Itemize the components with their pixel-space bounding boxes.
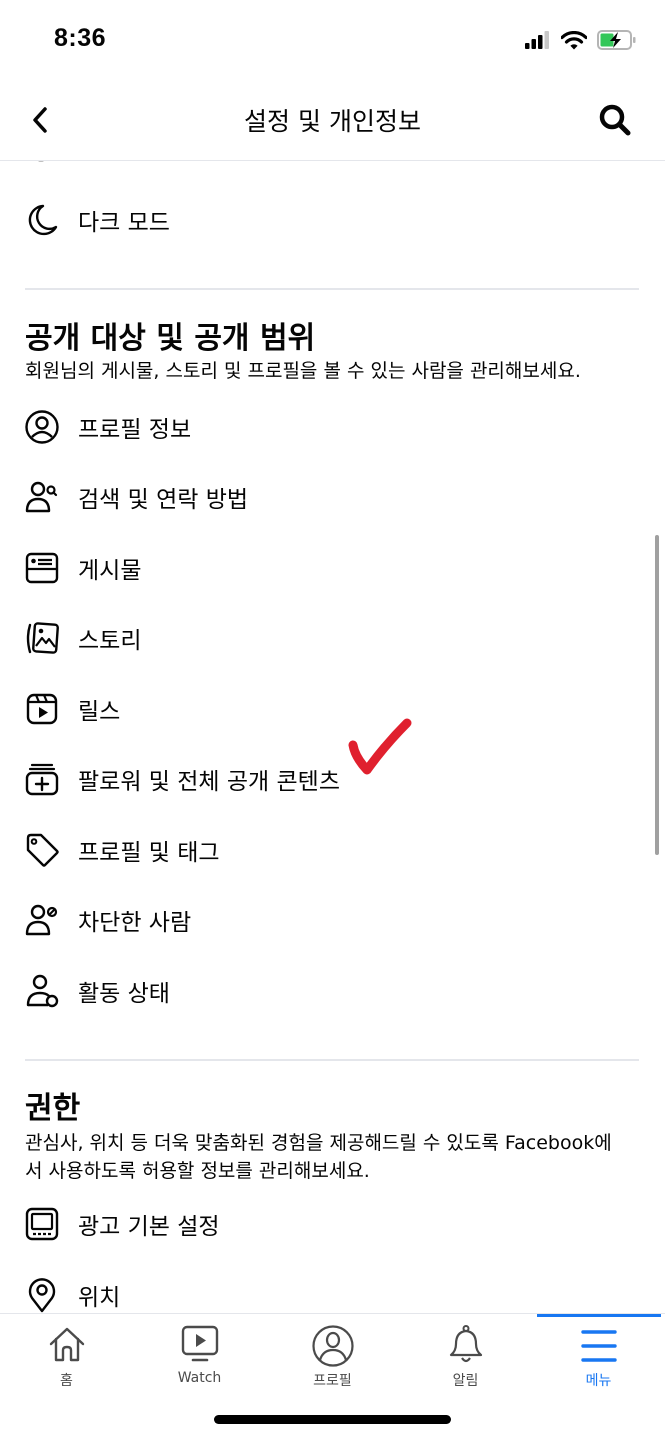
menu-icon xyxy=(532,1324,665,1364)
home-indicator[interactable] xyxy=(214,1415,451,1424)
settings-item-label: 다크 모드 xyxy=(78,210,170,236)
settings-item-label: 차단한 사람 xyxy=(78,910,192,936)
settings-item-label: 위치 xyxy=(78,1285,121,1311)
section-title-audience: 공개 대상 및 공개 범위 xyxy=(25,321,316,356)
settings-item-profile-tags[interactable]: 프로필 및 태그 xyxy=(0,820,600,880)
settings-item-label: 릴스 xyxy=(78,699,121,725)
moon-icon xyxy=(24,202,60,238)
location-pin-icon xyxy=(24,1277,60,1313)
tab-home[interactable]: 홈 xyxy=(0,1314,133,1394)
person-blocked-icon xyxy=(24,902,60,938)
settings-item-profile-info[interactable]: 프로필 정보 xyxy=(0,397,600,457)
tab-watch[interactable]: Watch xyxy=(133,1314,266,1394)
status-time: 8:36 xyxy=(54,24,107,52)
ad-preferences-icon xyxy=(24,1206,60,1242)
settings-item-label: 게시물 xyxy=(78,558,142,584)
profile-circle-icon xyxy=(24,409,60,445)
status-icons xyxy=(525,30,637,50)
profile-icon xyxy=(266,1324,399,1368)
tab-label: 메뉴 xyxy=(585,1373,612,1389)
page-title: 설정 및 개인정보 xyxy=(244,107,421,136)
reels-icon xyxy=(24,691,60,727)
tab-menu[interactable]: 메뉴 xyxy=(532,1314,665,1394)
settings-item-activity-status[interactable]: 활동 상태 xyxy=(0,961,600,1021)
partial-item-icon xyxy=(38,161,44,162)
settings-item-search-contact[interactable]: 검색 및 연락 방법 xyxy=(0,467,600,527)
home-icon xyxy=(0,1324,133,1364)
followers-add-icon xyxy=(24,761,60,797)
settings-item-stories[interactable]: 스토리 xyxy=(0,608,600,668)
tab-label: 프로필 xyxy=(313,1373,352,1389)
tab-label: 알림 xyxy=(452,1373,479,1389)
scrollbar[interactable] xyxy=(655,535,659,855)
tab-label: 홈 xyxy=(60,1373,73,1389)
wifi-icon xyxy=(561,30,587,49)
settings-item-dark-mode[interactable]: 다크 모드 xyxy=(0,190,600,250)
cellular-signal-icon xyxy=(525,31,549,49)
search-button[interactable] xyxy=(595,100,635,140)
section-divider xyxy=(25,1059,639,1061)
settings-item-blocked-people[interactable]: 차단한 사람 xyxy=(0,890,600,950)
settings-item-location[interactable]: 위치 xyxy=(0,1265,600,1313)
settings-item-label: 스토리 xyxy=(78,628,142,654)
settings-item-label: 광고 기본 설정 xyxy=(78,1214,220,1240)
settings-item-followers-public-content[interactable]: 팔로워 및 전체 공개 콘텐츠 xyxy=(0,749,600,809)
bell-icon xyxy=(399,1324,532,1366)
tab-label: Watch xyxy=(177,1370,222,1386)
person-search-icon xyxy=(24,479,60,515)
settings-item-reels[interactable]: 릴스 xyxy=(0,679,600,739)
activity-status-icon xyxy=(24,973,60,1009)
settings-item-label: 프로필 및 태그 xyxy=(78,840,220,866)
section-title-permissions: 권한 xyxy=(25,1091,81,1126)
checkmark-annotation xyxy=(348,718,412,775)
section-divider xyxy=(25,288,639,290)
navigation-bar: 설정 및 개인정보 xyxy=(0,80,665,161)
settings-item-label: 검색 및 연락 방법 xyxy=(78,487,249,513)
settings-item-label: 활동 상태 xyxy=(78,981,170,1007)
settings-item-label: 팔로워 및 전체 공개 콘텐츠 xyxy=(78,769,341,795)
search-icon xyxy=(599,104,631,136)
status-bar: 8:36 xyxy=(0,0,665,80)
settings-item-ad-preferences[interactable]: 광고 기본 설정 xyxy=(0,1194,600,1254)
tag-icon xyxy=(24,832,60,868)
section-description-permissions: 관심사, 위치 등 더욱 맞춤화된 경험을 제공해드릴 수 있도록 Facebo… xyxy=(25,1132,612,1182)
post-icon xyxy=(24,550,60,586)
watch-icon xyxy=(133,1324,266,1364)
settings-item-posts[interactable]: 게시물 xyxy=(0,538,600,598)
story-icon xyxy=(24,620,60,656)
battery-charging-icon xyxy=(597,30,636,50)
tab-notifications[interactable]: 알림 xyxy=(399,1314,532,1394)
tab-profile[interactable]: 프로필 xyxy=(266,1314,399,1394)
settings-list[interactable]: 다크 모드 공개 대상 및 공개 범위 회원님의 게시물, 스토리 및 프로필을… xyxy=(0,161,665,1313)
section-description-audience: 회원님의 게시물, 스토리 및 프로필을 볼 수 있는 사람을 관리해보세요. xyxy=(25,360,581,382)
settings-item-label: 프로필 정보 xyxy=(78,417,192,443)
